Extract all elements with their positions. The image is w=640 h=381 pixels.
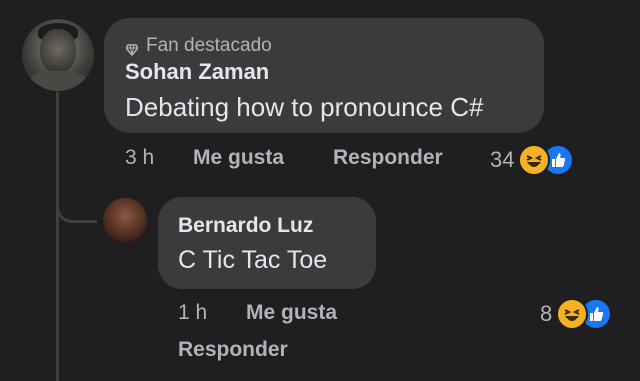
reaction-count: 34 <box>490 147 515 172</box>
avatar-bernardo-luz[interactable] <box>103 198 147 242</box>
comment-text: Debating how to pronounce C# <box>125 92 484 122</box>
reply-author[interactable]: Bernardo Luz <box>178 214 313 238</box>
comment-bubble: Fan destacado Sohan Zaman Debating how t… <box>104 18 544 133</box>
reply-reaction-count: 8 <box>540 301 553 326</box>
top-fan-badge: Fan destacado <box>125 35 272 57</box>
comment-author[interactable]: Sohan Zaman <box>125 59 269 85</box>
avatar-sohan-zaman[interactable] <box>22 19 94 91</box>
comment-time[interactable]: 3 h <box>125 146 154 170</box>
reply-connector <box>56 176 97 223</box>
reply-button[interactable]: Responder <box>333 146 443 170</box>
reply-reactions[interactable]: 8 <box>540 298 613 330</box>
haha-icon <box>518 144 551 176</box>
like-button[interactable]: Me gusta <box>193 146 284 170</box>
reply-text: C Tic Tac Toe <box>178 246 328 274</box>
thread-line <box>56 92 59 381</box>
reply-bubble: Bernardo Luz C Tic Tac Toe <box>158 197 376 289</box>
reply-like-button[interactable]: Me gusta <box>246 301 337 325</box>
haha-icon <box>556 298 589 330</box>
comment-reactions[interactable]: 34 <box>490 144 575 176</box>
badge-label: Fan destacado <box>146 35 272 56</box>
reply-time[interactable]: 1 h <box>178 301 207 325</box>
reply-reply-button[interactable]: Responder <box>178 338 288 362</box>
diamond-icon <box>125 40 139 57</box>
